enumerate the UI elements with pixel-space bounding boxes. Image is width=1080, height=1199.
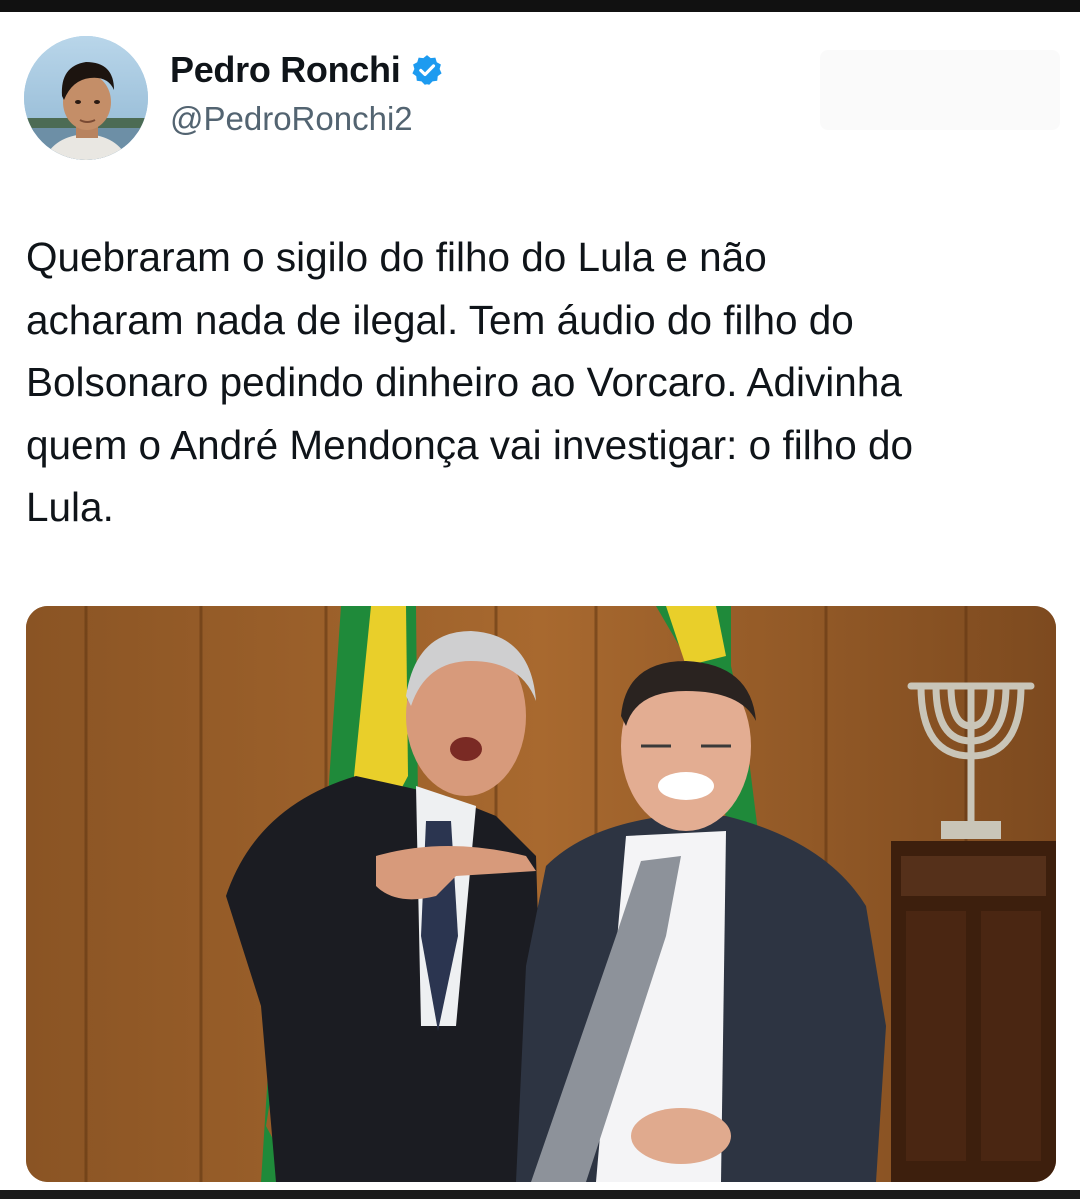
author-avatar[interactable] — [24, 36, 148, 160]
tweet-text: Quebraram o sigilo do filho do Lula e nã… — [26, 234, 914, 530]
author-name-row[interactable]: Pedro Ronchi — [170, 46, 444, 94]
header-blur-area — [820, 50, 1060, 130]
verified-badge-icon — [410, 53, 444, 87]
bottom-edge-bar — [0, 1190, 1080, 1199]
top-edge-bar — [0, 0, 1080, 12]
avatar-photo — [24, 36, 148, 160]
author-display-name[interactable]: Pedro Ronchi — [170, 49, 401, 91]
tweet-media-photo[interactable] — [26, 606, 1056, 1182]
author-handle[interactable]: @PedroRonchi2 — [170, 100, 413, 138]
media-photo-illustration — [26, 606, 1056, 1182]
